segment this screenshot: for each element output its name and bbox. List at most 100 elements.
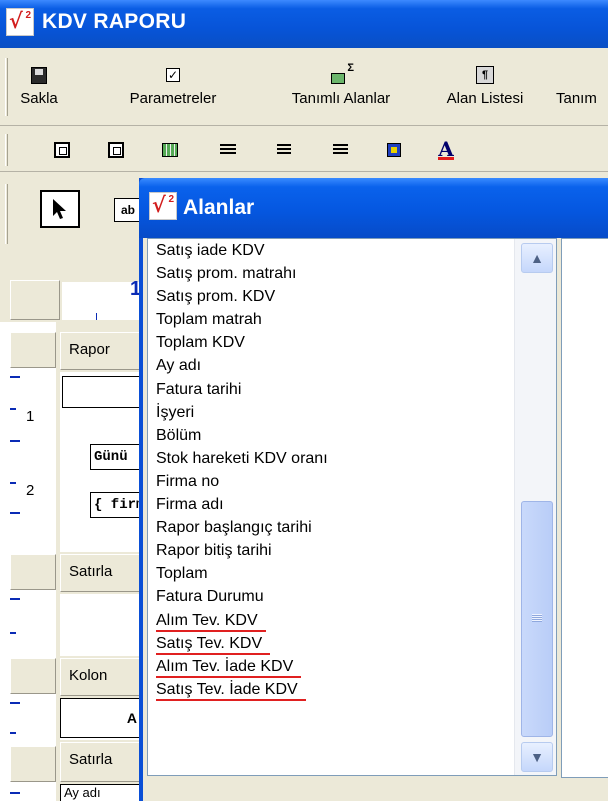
- band-rows-2[interactable]: Satırla: [60, 742, 142, 782]
- save-icon: [31, 66, 47, 84]
- report-field-firm[interactable]: { firm: [90, 492, 142, 518]
- align-grid-icon[interactable]: [52, 141, 72, 159]
- band-report-header[interactable]: Rapor: [60, 332, 142, 370]
- list-item-label: Firma adı: [156, 496, 224, 514]
- toolbar-grip[interactable]: [5, 134, 8, 166]
- list-item[interactable]: Stok hareketi KDV oranı: [148, 447, 556, 470]
- toolbar-grip[interactable]: [5, 184, 8, 244]
- dialog-body: Satış iade KDV Satış prom. matrahı Satış p…: [143, 238, 608, 801]
- ruler-mark: [10, 440, 20, 442]
- chevron-up-icon: ▲: [530, 250, 544, 266]
- red-underline: [156, 698, 306, 701]
- toolbar-grip[interactable]: [5, 58, 8, 116]
- list-item[interactable]: Fatura Durumu: [148, 585, 556, 608]
- list-item[interactable]: Rapor başlangıç tarihi: [148, 516, 556, 539]
- list-item[interactable]: Satış Tev. İade KDV: [148, 678, 556, 701]
- app-logo-icon: √ 2: [6, 8, 34, 36]
- list-item[interactable]: Toplam: [148, 562, 556, 585]
- report-field-month[interactable]: Ay adı: [60, 784, 142, 801]
- fields-list-items: Satış iade KDV Satış prom. matrahı Satış p…: [148, 239, 556, 701]
- report-text-a[interactable]: A: [60, 698, 142, 738]
- label-tool-button[interactable]: ab: [114, 198, 142, 222]
- band-tab[interactable]: [10, 554, 56, 590]
- ruler-mark: [10, 792, 20, 794]
- list-item[interactable]: Satış iade KDV: [148, 239, 556, 262]
- list-item[interactable]: Toplam KDV: [148, 331, 556, 354]
- scroll-up-button[interactable]: ▲: [521, 243, 553, 273]
- list-item-label: Fatura tarihi: [156, 380, 242, 398]
- list-item-label: İşyeri: [156, 403, 195, 421]
- report-canvas[interactable]: [60, 594, 142, 656]
- list-item[interactable]: İşyeri: [148, 401, 556, 424]
- font-color-icon[interactable]: A: [436, 136, 456, 161]
- parameters-button[interactable]: ✓ Parametreler: [106, 64, 240, 107]
- app-logo-icon: √ 2: [149, 192, 177, 220]
- defined-fields-icon: Σ: [331, 62, 354, 84]
- list-item[interactable]: Alım Tev. İade KDV: [148, 655, 556, 678]
- grid-icon[interactable]: [160, 141, 180, 159]
- list-item[interactable]: Bölüm: [148, 424, 556, 447]
- list-item[interactable]: Satış Tev. KDV: [148, 632, 556, 655]
- checkbox-icon: ✓: [166, 68, 180, 82]
- list-item[interactable]: Satış prom. KDV: [148, 285, 556, 308]
- pointer-tool-button[interactable]: [40, 190, 80, 228]
- main-title-bar[interactable]: √ 2 KDV RAPORU: [0, 0, 608, 48]
- align-left-icon[interactable]: [218, 141, 238, 159]
- list-item[interactable]: Rapor bitiş tarihi: [148, 539, 556, 562]
- ruler-number: 1: [26, 408, 35, 425]
- main-toolbar: Sakla ✓ Parametreler Σ Tanımlı Alanlar ¶…: [0, 50, 608, 126]
- band-tab[interactable]: [10, 658, 56, 694]
- ruler-mark: [10, 512, 20, 514]
- align-objects-icon[interactable]: [106, 141, 126, 159]
- list-item[interactable]: Firma adı: [148, 493, 556, 516]
- list-item[interactable]: Satış prom. matrahı: [148, 262, 556, 285]
- list-item[interactable]: Firma no: [148, 470, 556, 493]
- list-item[interactable]: Fatura tarihi: [148, 378, 556, 401]
- report-canvas[interactable]: Ay adı: [60, 784, 142, 801]
- list-item[interactable]: Ay adı: [148, 354, 556, 377]
- scroll-down-button[interactable]: ▼: [521, 742, 553, 772]
- band-tab[interactable]: [10, 746, 56, 782]
- dialog-title-bar[interactable]: √ 2 Alanlar: [139, 178, 608, 238]
- list-item[interactable]: Toplam matrah: [148, 308, 556, 331]
- ruler-mark: [10, 732, 16, 734]
- ruler-mark: [10, 598, 20, 600]
- color-icon[interactable]: [384, 141, 404, 159]
- align-center-icon[interactable]: [274, 141, 294, 159]
- list-item[interactable]: Alım Tev. KDV: [148, 609, 556, 632]
- list-item-label: Toplam matrah: [156, 311, 262, 329]
- band-tab[interactable]: [10, 332, 56, 368]
- definition-button[interactable]: Tanım: [556, 64, 608, 107]
- ruler-mark: [10, 482, 16, 484]
- list-item-label: Toplam: [156, 565, 208, 583]
- defined-fields-button[interactable]: Σ Tanımlı Alanlar: [262, 62, 420, 107]
- list-item-label: Fatura Durumu: [156, 588, 264, 606]
- align-right-icon[interactable]: [330, 141, 350, 159]
- list-item-label: Rapor başlangıç tarihi: [156, 519, 312, 537]
- list-item-label: Satış iade KDV: [156, 242, 265, 259]
- ruler-mark: [10, 702, 20, 704]
- parameters-label: Parametreler: [129, 90, 217, 107]
- list-item-label: Satış Tev. KDV: [156, 634, 263, 652]
- report-canvas[interactable]: Günü { firm: [60, 372, 142, 552]
- list-item-label: Alım Tev. KDV: [156, 611, 258, 629]
- report-field-day[interactable]: Günü: [90, 444, 142, 470]
- list-item-label: Toplam KDV: [156, 334, 245, 352]
- vertical-scrollbar[interactable]: ▲ ▼: [514, 239, 556, 775]
- ruler-corner: [10, 280, 60, 320]
- save-button[interactable]: Sakla: [12, 64, 66, 107]
- band-rows[interactable]: Satırla: [60, 554, 142, 592]
- report-field-box[interactable]: [62, 376, 142, 408]
- list-item-label: Bölüm: [156, 426, 202, 444]
- band-columns[interactable]: Kolon: [60, 658, 142, 696]
- field-list-button[interactable]: ¶ Alan Listesi: [430, 64, 540, 107]
- fields-dialog: √ 2 Alanlar Satış iade KDV Satış prom. mat…: [139, 178, 608, 801]
- report-canvas[interactable]: A: [60, 698, 142, 740]
- scrollbar-thumb[interactable]: [521, 501, 553, 737]
- list-item-label: Firma no: [156, 472, 220, 490]
- vertical-ruler: 1 2: [0, 322, 56, 801]
- list-item-label: Alım Tev. İade KDV: [156, 657, 294, 675]
- fields-list[interactable]: Satış iade KDV Satış prom. matrahı Satış p…: [147, 238, 557, 776]
- font-color-glyph: A: [438, 136, 454, 161]
- list-item-label: Ay adı: [156, 357, 202, 375]
